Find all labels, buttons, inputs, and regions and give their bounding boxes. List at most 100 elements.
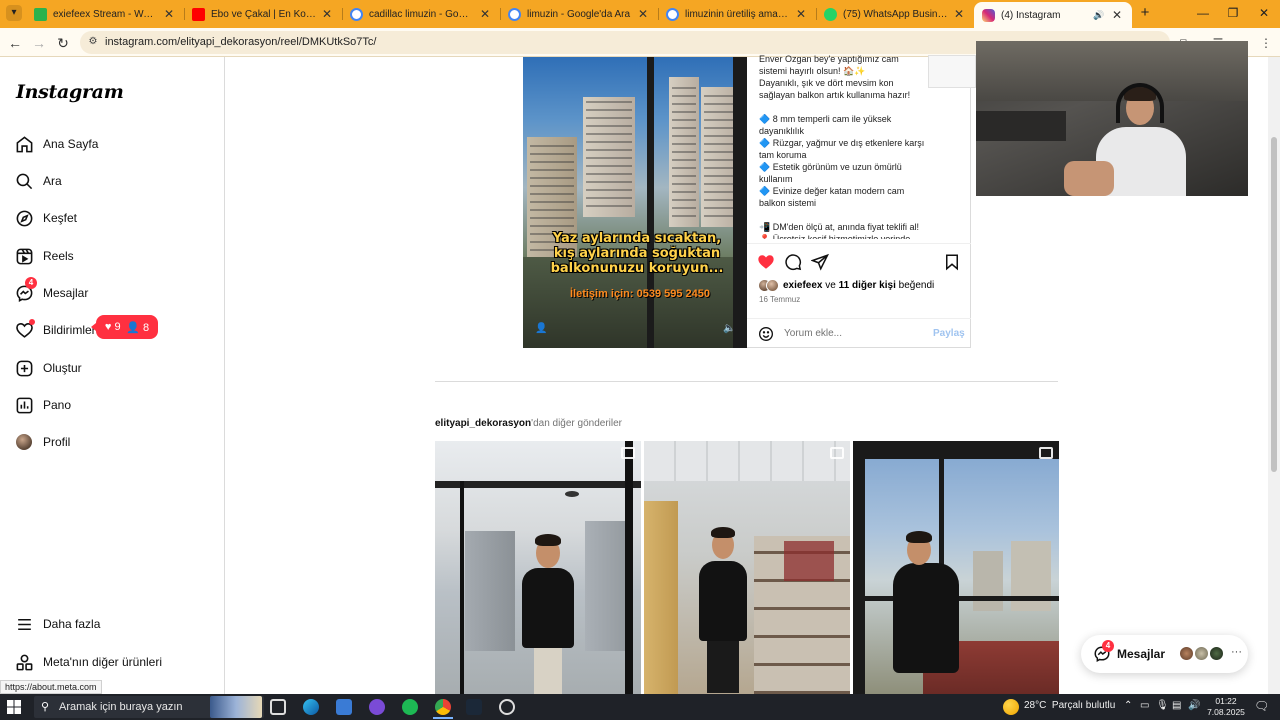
network-icon[interactable]: ▤ [1172,700,1181,711]
more-posts-username-link[interactable]: elityapi_dekorasyon [435,418,531,429]
restore-icon[interactable]: ❐ [1222,3,1244,23]
tab-limuzin-uretilis[interactable]: limuzinin üretiliş amacı nedir - ✕ [658,2,816,26]
sidebar-item-reels[interactable]: Reels [14,241,214,271]
close-icon[interactable]: ✕ [952,7,966,21]
reload-icon[interactable]: ↻ [53,33,73,53]
speaker-icon[interactable]: 🔊 [1092,10,1106,21]
task-view-icon[interactable] [270,699,286,715]
messages-floating-button[interactable]: 4 Mesajlar ··· [1081,635,1248,673]
sidebar-item-label: Reels [43,249,74,263]
sidebar-item-more[interactable]: Daha fazla [14,609,214,639]
messages-badge: 4 [1102,640,1114,652]
emoji-icon[interactable] [758,326,774,342]
sidebar-item-profile[interactable]: Profil [14,427,214,457]
volume-icon[interactable]: 🔊 [1188,700,1200,711]
notifications-icon[interactable]: 🗨 [1254,699,1269,713]
post-comment-button[interactable]: Paylaş [933,328,965,339]
sidebar-item-explore[interactable]: Keşfet [14,203,214,233]
tab-ebo-cakal[interactable]: Ebo ve Çakal | En Komik Anlar ✕ [184,2,342,26]
home-icon [14,134,34,154]
comment-form: Yorum ekle... Paylaş [747,318,971,348]
sidebar-item-meta-products[interactable]: Meta'nın diğer ürünleri [14,647,214,677]
post-actions-bar [747,243,971,277]
instagram-logo[interactable]: Instagram [16,81,124,103]
post-date[interactable]: 16 Temmuz [759,295,800,304]
site-info-icon[interactable]: ⚙ [86,35,100,49]
sidebar-item-create[interactable]: Oluştur [14,353,214,383]
tab-cadillac-limuzin[interactable]: cadillac limuzin - Google'da Ar ✕ [342,2,500,26]
comment-icon[interactable] [784,253,802,271]
app-icon[interactable] [336,699,352,715]
reel-video[interactable]: Yaz aylarında sıcaktan, kış aylarında so… [523,57,747,348]
weather-text[interactable]: 28°C Parçalı bulutlu [1024,700,1115,711]
like-heart-icon[interactable] [757,253,775,271]
scrollbar-thumb[interactable] [1271,137,1277,472]
close-icon[interactable]: ✕ [636,7,650,21]
sidebar-item-home[interactable]: Ana Sayfa [14,129,214,159]
windows-taskbar: ⚲ Aramak için buraya yazın 28°C Parçalı … [0,694,1280,720]
plus-square-icon [14,358,34,378]
carousel-icon [1039,447,1053,459]
spotify-icon[interactable] [402,699,418,715]
comment-input[interactable]: Yorum ekle... [784,328,842,339]
notifications-popup[interactable]: ♥ 9 👤 8 [91,315,158,339]
tray-app-icon[interactable]: ▭ [1140,700,1149,711]
youtube-favicon-icon [192,7,205,21]
google-favicon-icon [666,7,679,21]
close-icon[interactable]: ✕ [162,7,176,21]
taskbar-search[interactable]: ⚲ Aramak için buraya yazın [34,696,264,718]
sidebar-item-label: Keşfet [43,211,78,225]
sidebar-item-messages[interactable]: 4 Mesajlar [14,277,214,308]
back-arrow-icon[interactable]: ← [5,33,25,53]
bookmark-icon[interactable] [943,253,961,271]
tab-whatsapp-business[interactable]: (75) WhatsApp Business ✕ [816,2,974,26]
tab-limuzin[interactable]: limuzin - Google'da Ara ✕ [500,2,658,26]
close-icon[interactable]: ✕ [794,7,808,21]
chrome-icon[interactable] [435,699,451,715]
post-thumbnail-1[interactable] [435,441,641,694]
close-icon[interactable]: ✕ [320,7,334,21]
steam-icon[interactable] [466,699,482,715]
app-icon[interactable] [499,699,515,715]
weather-icon[interactable] [1003,699,1019,715]
close-window-icon[interactable]: ✕ [1253,3,1275,23]
sidebar-item-label: Profil [43,435,71,449]
tab-title: limuzinin üretiliş amacı nedir - [685,8,790,20]
edge-icon[interactable] [303,699,319,715]
chevron-up-icon[interactable]: ⌃ [1124,700,1132,711]
sidebar-item-search[interactable]: Ara [14,166,214,196]
tab-exiefeex-stream[interactable]: exiefeex Stream - Watch Live o ✕ [26,2,184,26]
taskbar-clock[interactable]: 01:22 7.08.2025 [1206,696,1246,718]
speaker-icon[interactable]: 🔈 [723,323,735,335]
follows-count: 8 [143,321,150,334]
sidebar-item-label: Ara [43,174,62,188]
user-tag-icon[interactable]: 👤 [535,323,547,335]
likes-count-indicator: ♥ 9 [104,321,121,333]
tab-search-button[interactable]: ▾ [6,5,22,21]
minimize-icon[interactable]: — [1192,3,1214,23]
dashboard-icon [14,395,34,415]
forward-arrow-icon[interactable]: → [29,33,49,53]
close-icon[interactable]: ✕ [1110,8,1124,22]
menu-icon[interactable]: ⋮ [1258,35,1274,51]
sidebar-item-dashboard[interactable]: Pano [14,390,214,420]
reel-contact-overlay: İletişim için: 0539 595 2450 [569,288,711,300]
tab-title: Ebo ve Çakal | En Komik Anlar [211,8,316,20]
close-icon[interactable]: ✕ [478,7,492,21]
share-icon[interactable] [810,253,829,271]
likes-username[interactable]: exiefeex [783,280,822,291]
app-icon[interactable] [369,699,385,715]
tab-title: (75) WhatsApp Business [843,8,948,20]
new-tab-button[interactable]: + [1136,4,1154,22]
microphone-icon[interactable]: 🎙 [1156,700,1169,711]
likes-summary[interactable]: exiefeex ve 11 diğer kişi beğendi [758,279,934,292]
compass-icon [14,208,34,228]
post-thumbnail-2[interactable] [644,441,850,694]
post-thumbnail-3[interactable] [853,441,1059,694]
tab-instagram[interactable]: (4) Instagram 🔊 ✕ [974,2,1132,28]
post-details-panel: Enver Ozgan bey'e yaptığımız cam sistemi… [747,54,971,348]
url-text[interactable]: instagram.com/elityapi_dekorasyon/reel/D… [105,36,376,48]
likes-others-link[interactable]: 11 diğer kişi [839,280,896,291]
windows-start-icon[interactable] [7,700,21,714]
avatar [1208,645,1225,662]
